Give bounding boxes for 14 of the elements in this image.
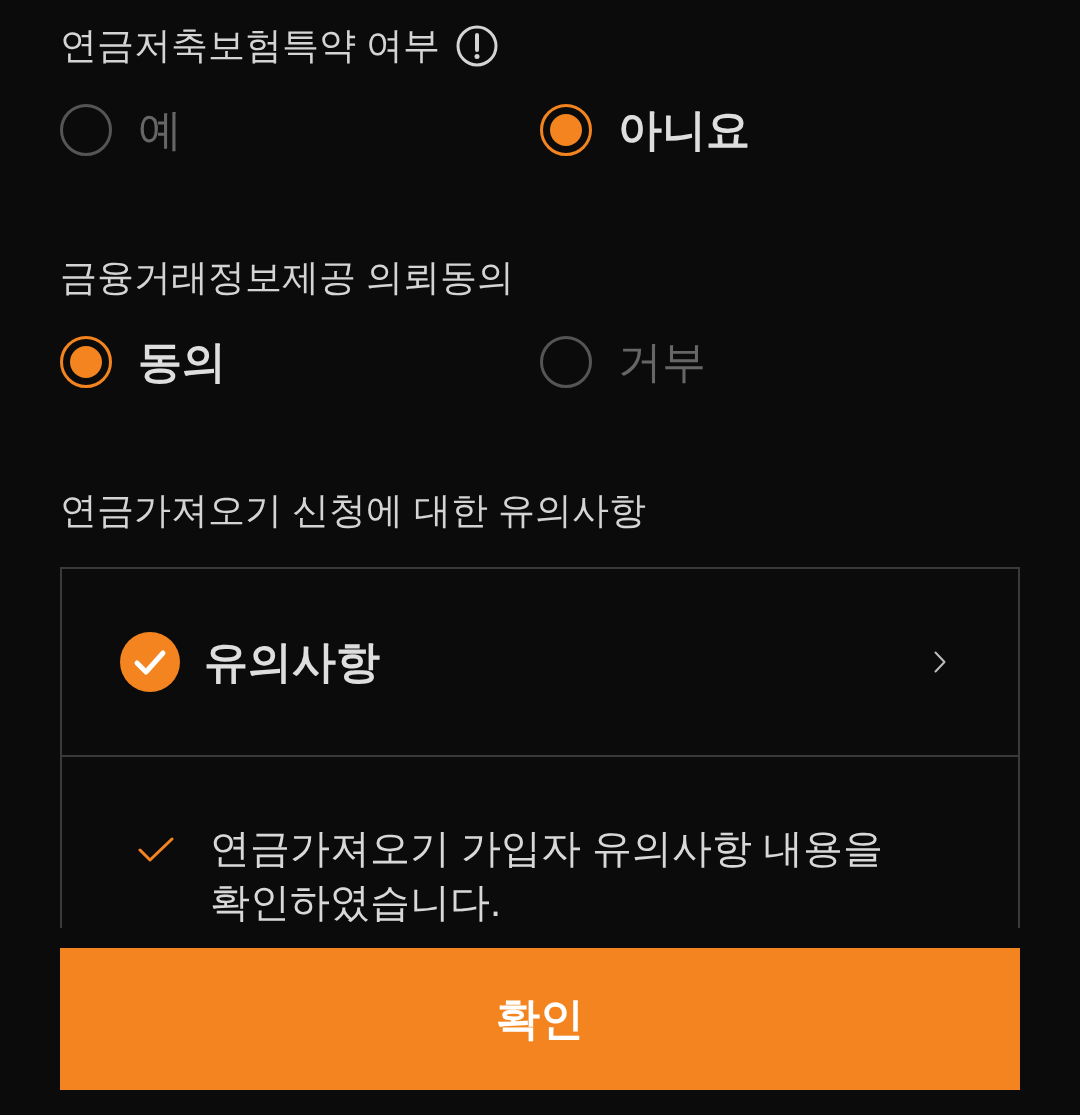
section-label: 금융거래정보제공 의뢰동의 <box>60 256 515 300</box>
radio-icon[interactable] <box>60 104 112 156</box>
radio-icon[interactable] <box>540 104 592 156</box>
radio-option[interactable]: 아니요 <box>540 102 750 158</box>
notice-item-text: 연금가져오기 가입자 유의사항 내용을 확인하였습니다. <box>210 825 885 926</box>
notice-title: 유의사항 <box>204 636 380 688</box>
radio-icon[interactable] <box>60 336 112 388</box>
section-label: 연금저축보험특약 여부 <box>60 24 441 68</box>
radio-icon[interactable] <box>540 336 592 388</box>
radio-option[interactable]: 동의 <box>60 334 226 390</box>
chevron-right-icon <box>934 651 946 673</box>
info-icon[interactable] <box>456 25 499 67</box>
section-label: 연금가져오기 신청에 대한 유의사항 <box>60 489 646 533</box>
notice-header[interactable]: 유의사항 <box>62 569 1018 757</box>
